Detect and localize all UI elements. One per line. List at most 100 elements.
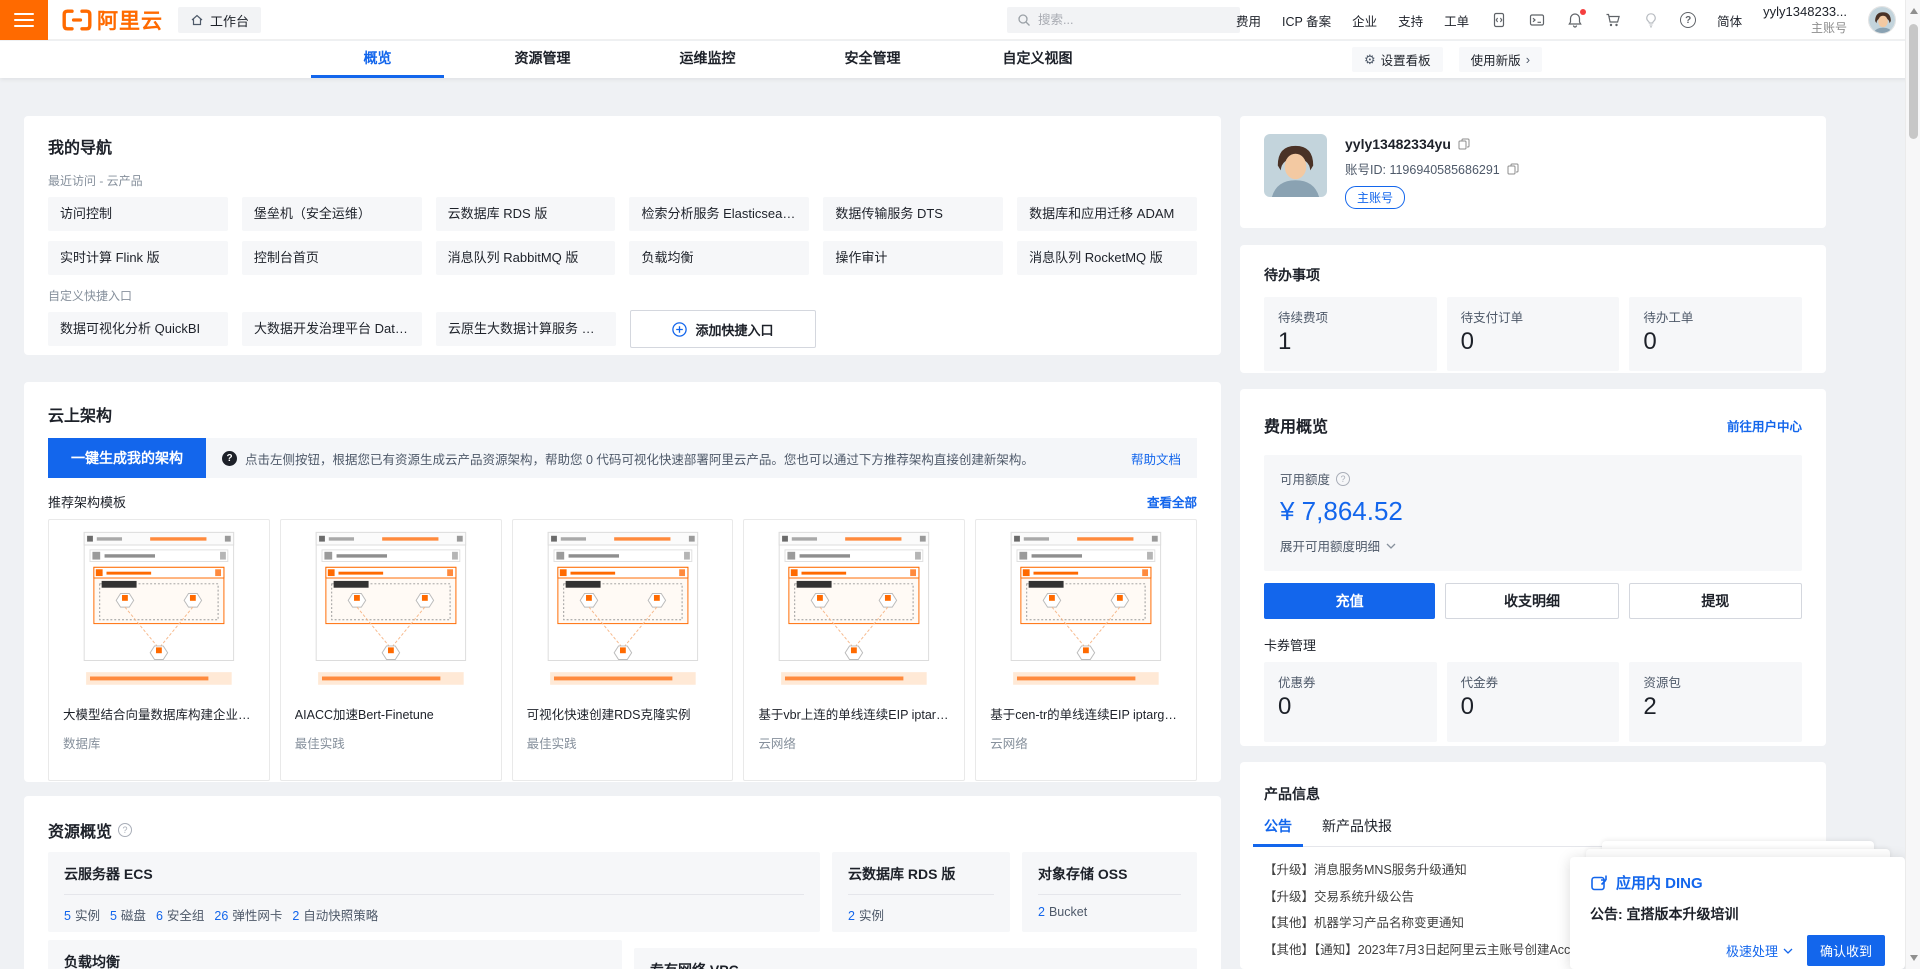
tab-ops-monitoring[interactable]: 运维监控	[625, 41, 790, 78]
account-avatar[interactable]	[1264, 134, 1327, 197]
scroll-down-arrow[interactable]	[1909, 955, 1918, 961]
resource-stat-link[interactable]: 6 安全组	[156, 905, 204, 924]
recent-product-item[interactable]: 检索分析服务 Elasticsearch 版	[629, 197, 810, 231]
recent-product-item[interactable]: 控制台首页	[241, 241, 422, 275]
aliyun-logo[interactable]: 阿里云	[62, 0, 163, 40]
notification-bell-icon[interactable]	[1566, 8, 1587, 29]
resource-stat-link[interactable]: 2 自动快照策略	[292, 905, 378, 924]
divider	[848, 894, 994, 895]
user-menu[interactable]: yyly1348233... 主账号	[1763, 4, 1847, 35]
architecture-template-card[interactable]: 基于vbr上连的单线连续EIP iptarget绑... 云网络	[743, 519, 966, 781]
custom-shortcuts-row: 数据可视化分析 QuickBI 大数据开发治理平台 Data... 云原生大数据…	[48, 310, 1197, 348]
todo-tile[interactable]: 待支付订单 0	[1446, 297, 1620, 371]
tab-announcements[interactable]: 公告	[1253, 816, 1303, 847]
view-all-link[interactable]: 查看全部	[1147, 492, 1197, 511]
recent-product-item[interactable]: 负载均衡	[629, 241, 810, 275]
search-input[interactable]	[1038, 13, 1230, 27]
resource-tile-ecs[interactable]: 云服务器 ECS 5 实例 5 磁盘 6 安全组 26 弹性网卡 2 自动快照策略	[48, 852, 820, 932]
todo-label: 待办工单	[1643, 311, 1694, 325]
resource-tile-title: 云数据库 RDS 版	[848, 866, 956, 882]
stat-value: 2	[292, 909, 300, 923]
recent-product-item[interactable]: 数据库和应用迁移 ADAM	[1017, 197, 1197, 231]
coupon-tile[interactable]: 代金券 0	[1446, 662, 1620, 742]
recent-product-item[interactable]: 数据传输服务 DTS	[823, 197, 1004, 231]
topbar-link-ticket[interactable]: 工单	[1444, 11, 1469, 30]
user-avatar[interactable]	[1868, 6, 1896, 34]
recent-product-item[interactable]: 操作审计	[823, 241, 1004, 275]
cart-icon[interactable]	[1604, 12, 1621, 29]
coupon-tile[interactable]: 优惠券 0	[1264, 662, 1437, 742]
resource-stat-link[interactable]: 5 磁盘	[110, 905, 146, 924]
resource-tile-vpc[interactable]: 专有网络 VPC	[634, 948, 1197, 969]
tab-security-management[interactable]: 安全管理	[790, 41, 955, 78]
confirm-received-button[interactable]: 确认收到	[1806, 935, 1885, 966]
hamburger-menu-icon[interactable]	[0, 0, 48, 40]
recent-product-item[interactable]: 云数据库 RDS 版	[435, 197, 616, 231]
quick-handle-link[interactable]: 极速处理	[1726, 941, 1793, 960]
add-shortcut-button[interactable]: 添加快捷入口	[630, 310, 816, 348]
template-category: 云网络	[990, 737, 1028, 751]
cloudshell-icon[interactable]	[1528, 12, 1545, 29]
scrollbar-thumb[interactable]	[1909, 24, 1918, 139]
help-doc-link[interactable]: 帮助文档	[1131, 449, 1181, 468]
topbar-link-icp[interactable]: ICP 备案	[1282, 11, 1331, 30]
aliyun-logo-text: 阿里云	[97, 10, 163, 33]
page-scrollbar[interactable]	[1905, 0, 1920, 969]
global-search[interactable]	[1007, 7, 1240, 33]
mobile-app-icon[interactable]	[1490, 12, 1507, 29]
todo-tile[interactable]: 待办工单 0	[1629, 297, 1803, 371]
withdraw-button[interactable]: 提现	[1628, 583, 1802, 619]
income-expense-button[interactable]: 收支明细	[1445, 583, 1619, 619]
resource-stat-link[interactable]: 26 弹性网卡	[214, 905, 282, 924]
architecture-template-card[interactable]: 大模型结合向量数据库构建企业级专... 数据库	[48, 519, 270, 781]
scroll-up-arrow[interactable]	[1909, 8, 1918, 14]
tab-custom-view[interactable]: 自定义视图	[955, 41, 1120, 78]
recent-product-item[interactable]: 消息队列 RocketMQ 版	[1017, 241, 1197, 275]
help-icon[interactable]: ?	[1680, 12, 1697, 28]
architecture-template-card[interactable]: 基于cen-tr的单线连续EIP iptarget绑定 云网络	[975, 519, 1197, 781]
todo-tile[interactable]: 待续费项 1	[1264, 297, 1437, 371]
architecture-template-card[interactable]: 可视化快速创建RDS克隆实例 最佳实践	[511, 519, 734, 781]
tab-overview[interactable]: 概览	[295, 41, 460, 78]
resource-tile-slb[interactable]: 负载均衡	[48, 940, 622, 969]
tab-resource-management[interactable]: 资源管理	[460, 41, 625, 78]
info-circle-icon[interactable]: ?	[118, 823, 133, 837]
recharge-button[interactable]: 充值	[1264, 583, 1436, 619]
question-circle-icon: ?	[222, 450, 237, 466]
copy-icon[interactable]	[1458, 138, 1470, 150]
expand-quota-detail[interactable]: 展开可用额度明细	[1280, 536, 1786, 555]
tab-new-products[interactable]: 新产品快报	[1322, 816, 1392, 846]
resource-stat-link[interactable]: 2 实例	[848, 905, 884, 924]
generate-architecture-button[interactable]: 一键生成我的架构	[48, 438, 206, 478]
custom-entry-dataworks-highlighted[interactable]: 大数据开发治理平台 Data...	[242, 312, 422, 346]
recent-product-item[interactable]: 访问控制	[48, 197, 228, 231]
workspace-button[interactable]: 工作台	[178, 7, 262, 33]
recent-product-item[interactable]: 消息队列 RabbitMQ 版	[435, 241, 616, 275]
topbar-link-enterprise[interactable]: 企业	[1352, 11, 1377, 30]
architecture-thumbnail	[513, 520, 733, 696]
language-switch[interactable]: 简体	[1717, 11, 1742, 30]
resource-stat-link[interactable]: 2 Bucket	[1038, 905, 1087, 919]
lightbulb-icon[interactable]	[1642, 12, 1659, 29]
resource-tile-rds[interactable]: 云数据库 RDS 版 2 实例	[832, 852, 1010, 932]
quota-label: 可用额度	[1280, 473, 1331, 487]
resource-stat-link[interactable]: 5 实例	[64, 905, 100, 924]
ding-message: 公告: 宜搭版本升级培训	[1590, 906, 1739, 922]
copy-icon[interactable]	[1507, 163, 1519, 175]
todo-value: 0	[1460, 328, 1475, 355]
recent-product-item[interactable]: 实时计算 Flink 版	[48, 241, 228, 275]
recent-product-item[interactable]: 堡垒机（安全运维）	[241, 197, 422, 231]
architecture-template-card[interactable]: AIACC加速Bert-Finetune 最佳实践	[279, 519, 502, 781]
user-center-link[interactable]: 前往用户中心	[1727, 416, 1802, 435]
custom-entry-quickbi[interactable]: 数据可视化分析 QuickBI	[48, 312, 228, 346]
coupon-value: 2	[1643, 693, 1657, 720]
coupon-tile[interactable]: 资源包 2	[1629, 662, 1803, 742]
custom-entry-maxcompute[interactable]: 云原生大数据计算服务 Ma...	[436, 312, 616, 346]
dashboard-settings-button[interactable]: ⚙ 设置看板	[1352, 47, 1443, 72]
info-circle-icon[interactable]: ?	[1336, 471, 1351, 486]
topbar-link-support[interactable]: 支持	[1398, 11, 1423, 30]
use-new-version-button[interactable]: 使用新版 ›	[1458, 47, 1543, 72]
resource-tile-oss[interactable]: 对象存储 OSS 2 Bucket	[1022, 852, 1197, 932]
topbar-link-billing[interactable]: 费用	[1236, 11, 1261, 30]
stat-value: 5	[109, 909, 117, 923]
